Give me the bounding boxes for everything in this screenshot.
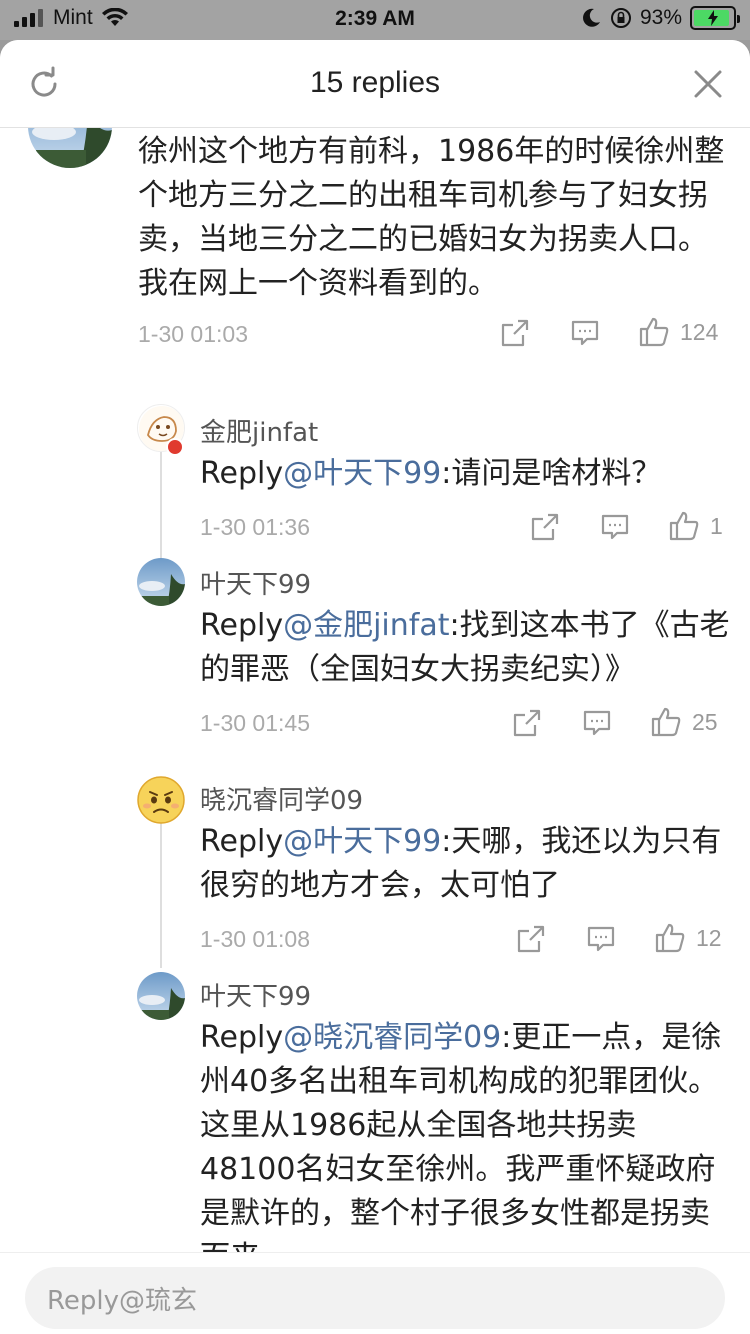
reply-prefix: Reply [200,824,284,859]
battery-icon [690,6,740,30]
thumbs-up-icon [655,923,685,953]
share-icon[interactable] [516,924,546,954]
comment-icon[interactable] [582,708,612,738]
rotation-lock-icon [610,8,631,28]
moon-icon [583,8,600,27]
reply-prefix: Reply [200,456,284,491]
comment-text: 徐州这个地方有前科，1986年的时候徐州整个地方三分之二的出租车司机参与了妇女拐… [138,134,725,301]
like-button[interactable]: 25 [650,706,718,738]
thumbs-up-icon [639,317,669,347]
avatar[interactable] [137,972,185,1020]
like-count: 1 [710,512,723,539]
reply-username[interactable]: 叶天下99 [200,976,311,1013]
battery-percent: 93% [639,6,682,29]
reply-text: Reply@叶天下99:请问是啥材料？ [200,452,725,496]
status-bar: Mint 2:39 AM 93% [0,0,750,40]
sheet-header: 15 replies [0,40,750,128]
close-icon[interactable] [692,68,724,100]
comment-icon[interactable] [600,512,630,542]
reply-mention[interactable]: @晓沉睿同学09 [283,1020,501,1055]
comment-time: 1-30 01:03 [138,321,248,347]
sheet-title: 15 replies [309,66,441,99]
reply-bar: Reply@琉玄 [0,1252,750,1334]
reply-prefix: Reply [200,608,284,643]
reply-mention[interactable]: @叶天下99 [283,824,441,859]
avatar[interactable] [28,128,112,168]
like-button[interactable]: 12 [654,922,722,954]
charging-bolt-icon [708,10,718,26]
avatar[interactable] [137,558,185,606]
replies-list[interactable]: 徐州这个地方有前科，1986年的时候徐州整个地方三分之二的出租车司机参与了妇女拐… [0,128,750,1252]
reply-text: Reply@金肥jinfat:找到这本书了《古老的罪恶（全国妇女大拐卖纪实）》 [200,604,730,692]
share-icon[interactable] [530,512,560,542]
reply-body: :请问是啥材料？ [441,456,662,491]
reply-input[interactable]: Reply@琉玄 [25,1267,725,1329]
reply-mention[interactable]: @金肥jinfat [283,608,449,643]
refresh-icon[interactable] [26,66,62,102]
avatar[interactable] [137,776,185,824]
reply-username[interactable]: 晓沉睿同学09 [200,780,363,817]
reply-text: Reply@叶天下99:天哪，我还以为只有很穷的地方才会，太可怕了 [200,820,725,908]
like-count: 124 [680,318,719,345]
reply-prefix: Reply [200,1020,284,1055]
reply-time: 1-30 01:36 [200,514,310,540]
reply-time: 1-30 01:08 [200,926,310,952]
comment-icon[interactable] [586,924,616,954]
reply-username[interactable]: 叶天下99 [200,564,311,601]
verified-badge-icon [166,438,184,456]
reply-username[interactable]: 金肥jinfat [200,412,318,449]
status-right: 93% [580,6,740,30]
thumbs-up-icon [669,511,699,541]
like-count: 12 [696,924,722,951]
reply-time: 1-30 01:45 [200,710,310,736]
replies-sheet: 15 replies 徐州这个地方有前科，1986年的时候徐州整个地方三分之二的… [0,40,750,1334]
thumbs-up-icon [651,707,681,737]
comment-icon[interactable] [570,318,600,348]
like-count: 25 [692,708,718,735]
share-icon[interactable] [500,318,530,348]
share-icon[interactable] [512,708,542,738]
like-button[interactable]: 124 [638,316,718,348]
like-button[interactable]: 1 [668,510,723,542]
reply-mention[interactable]: @叶天下99 [283,456,441,491]
thread-line [160,818,162,968]
reply-text: Reply@晓沉睿同学09:更正一点，是徐州40多名出租车司机构成的犯罪团伙。这… [200,1016,725,1252]
